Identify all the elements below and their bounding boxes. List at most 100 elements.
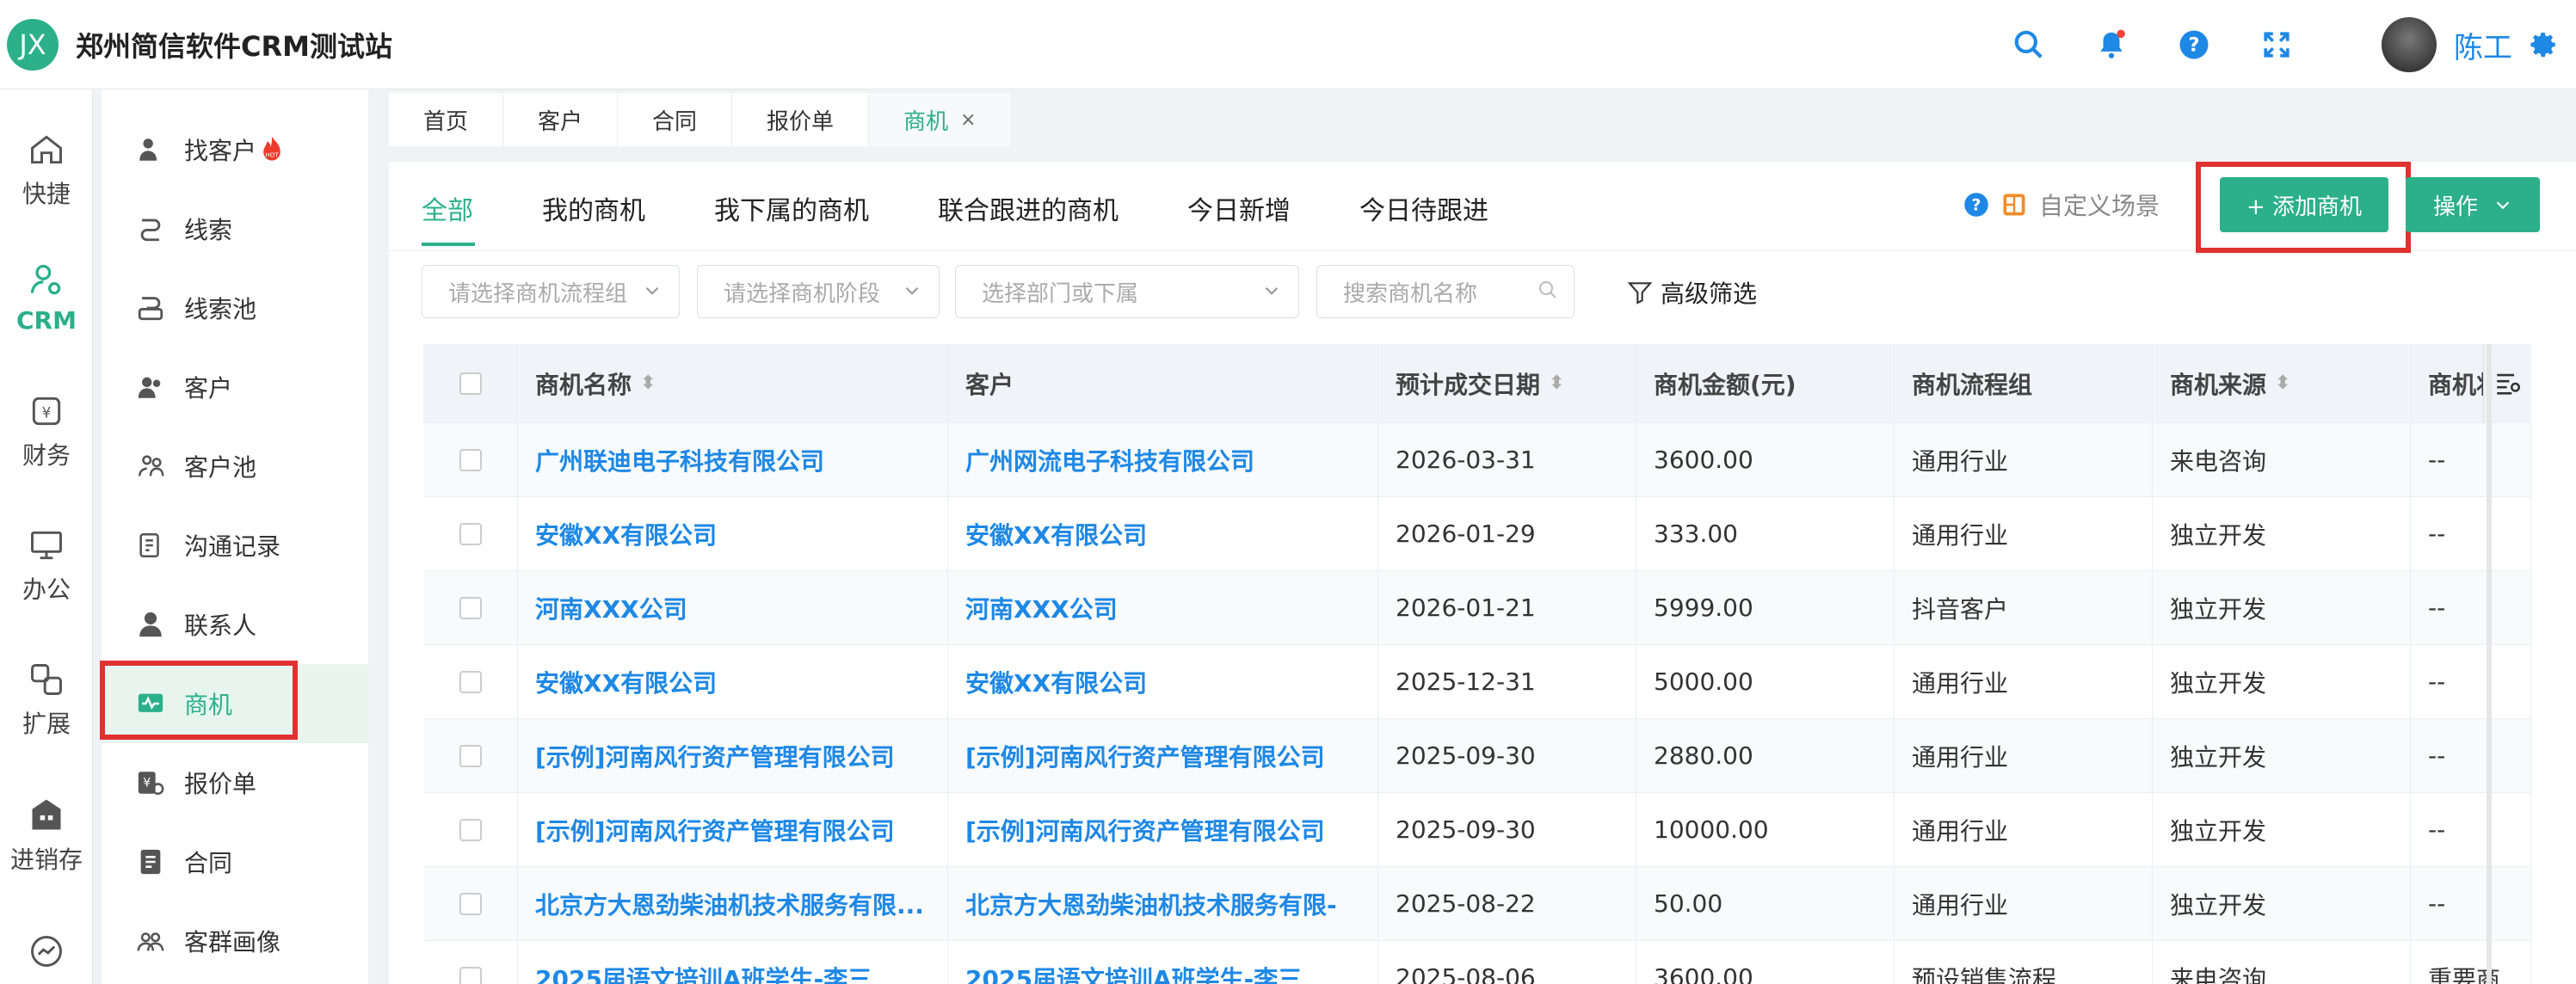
notification-bell-icon[interactable]: [2087, 21, 2135, 69]
department-select[interactable]: 选择部门或下属: [955, 265, 1299, 318]
column-header-date[interactable]: 预计成交日期 ⬍: [1378, 344, 1636, 422]
opportunity-name-cell[interactable]: 2025届语文培训A班学生-李三: [518, 941, 948, 984]
customer-name-cell[interactable]: [示例]河南风行资产管理有限公司: [948, 719, 1378, 792]
table-row[interactable]: [示例]河南风行资产管理有限公司 [示例]河南风行资产管理有限公司 2025-09-…: [423, 719, 2531, 793]
table-row[interactable]: 广州联迪电子科技有限公司 广州网流电子科技有限公司 2026-03-31 3600.0…: [423, 423, 2531, 497]
sidebar-item-record[interactable]: 沟通记录: [102, 506, 368, 585]
rail-item-finance[interactable]: ¥ 财务: [0, 392, 93, 471]
operations-dropdown-button[interactable]: 操作: [2406, 177, 2540, 232]
table-row[interactable]: 安徽XX有限公司 安徽XX有限公司 2026-01-29 333.00 通用行业 独立开发…: [423, 497, 2531, 571]
close-tab-icon[interactable]: ×: [960, 109, 976, 131]
opportunity-name-link[interactable]: [示例]河南风行资产管理有限公司: [535, 813, 895, 847]
stage-select[interactable]: 请选择商机阶段: [697, 265, 940, 318]
tab-quote[interactable]: 报价单: [732, 93, 870, 146]
tab-home[interactable]: 首页: [389, 93, 504, 146]
customer-name-cell[interactable]: 安徽XX有限公司: [948, 497, 1378, 570]
row-checkbox[interactable]: [459, 744, 482, 767]
customer-name-link[interactable]: 安徽XX有限公司: [965, 517, 1147, 551]
table-row[interactable]: 2025届语文培训A班学生-李三 2025届语文培训A班学生-李三 2025-08-…: [423, 941, 2531, 984]
rail-item-more[interactable]: [0, 932, 93, 977]
opportunity-name-link[interactable]: 安徽XX有限公司: [535, 665, 717, 699]
select-all-checkbox[interactable]: [459, 372, 482, 395]
row-checkbox[interactable]: [459, 670, 482, 693]
rail-item-extend[interactable]: 扩展: [0, 661, 93, 740]
search-icon[interactable]: [2005, 21, 2053, 69]
filter-tab-joint[interactable]: 联合跟进的商机: [938, 189, 1119, 227]
row-checkbox[interactable]: [459, 892, 482, 915]
sidebar-item-quote[interactable]: ¥ 报价单: [102, 743, 368, 822]
opportunity-name-cell[interactable]: 河南XXX公司: [518, 571, 948, 644]
advanced-filter-button[interactable]: 高级筛选: [1626, 275, 1757, 310]
rail-item-office[interactable]: 办公: [0, 526, 93, 606]
filter-tab-mine[interactable]: 我的商机: [542, 189, 645, 227]
customer-name-link[interactable]: 安徽XX有限公司: [965, 665, 1147, 699]
rail-item-crm[interactable]: CRM: [0, 261, 93, 335]
user-menu[interactable]: 陈工: [2382, 17, 2559, 72]
opportunity-name-cell[interactable]: 安徽XX有限公司: [518, 497, 948, 570]
customer-name-cell[interactable]: [示例]河南风行资产管理有限公司: [948, 793, 1378, 866]
filter-tab-subordinate[interactable]: 我下属的商机: [714, 189, 869, 227]
username[interactable]: 陈工: [2454, 24, 2512, 66]
sidebar-item-customer[interactable]: 客户: [102, 347, 368, 427]
help-icon[interactable]: ?: [2170, 21, 2218, 69]
opportunity-name-link[interactable]: 广州联迪电子科技有限公司: [535, 443, 824, 477]
fullscreen-icon[interactable]: [2252, 21, 2301, 69]
filter-tab-all[interactable]: 全部: [422, 189, 473, 227]
customer-name-link[interactable]: 河南XXX公司: [965, 591, 1118, 625]
sidebar-item-contact[interactable]: 联系人: [102, 585, 368, 664]
customer-name-link[interactable]: [示例]河南风行资产管理有限公司: [965, 739, 1325, 773]
rail-item-store[interactable]: 进销存: [0, 796, 93, 876]
table-row[interactable]: 北京方大恩劲柴油机技术服务有限... 北京方大恩劲柴油机技术服务有限- 2025-0…: [423, 867, 2531, 941]
opportunity-name-cell[interactable]: 广州联迪电子科技有限公司: [518, 423, 948, 496]
settings-gear-icon[interactable]: [2530, 30, 2559, 59]
avatar[interactable]: [2382, 17, 2437, 72]
customer-name-cell[interactable]: 2025届语文培训A班学生-李三: [948, 941, 1378, 984]
customer-name-link[interactable]: 北京方大恩劲柴油机技术服务有限-: [965, 887, 1337, 921]
customer-name-cell[interactable]: 广州网流电子科技有限公司: [948, 423, 1378, 496]
sidebar-item-lead-pool[interactable]: 线索池: [102, 268, 368, 347]
filter-tab-today-follow[interactable]: 今日待跟进: [1359, 189, 1488, 227]
sidebar-item-customer-pool[interactable]: 客户池: [102, 427, 368, 506]
sidebar-item-contract[interactable]: 合同: [102, 822, 368, 901]
sort-icon[interactable]: ⬍: [640, 372, 656, 394]
customer-name-cell[interactable]: 安徽XX有限公司: [948, 645, 1378, 718]
tab-opportunity[interactable]: 商机 ×: [869, 93, 1012, 146]
sort-icon[interactable]: ⬍: [2275, 372, 2290, 394]
row-checkbox[interactable]: [459, 448, 482, 471]
column-header-name[interactable]: 商机名称 ⬍: [518, 344, 948, 422]
opportunity-name-cell[interactable]: 安徽XX有限公司: [518, 645, 948, 718]
row-checkbox[interactable]: [459, 596, 482, 619]
opportunity-name-link[interactable]: 北京方大恩劲柴油机技术服务有限...: [535, 887, 924, 921]
opportunity-name-link[interactable]: 2025届语文培训A班学生-李三: [535, 961, 872, 984]
table-row[interactable]: 安徽XX有限公司 安徽XX有限公司 2025-12-31 5000.00 通用行业 独立开…: [423, 645, 2531, 719]
sidebar-item-portrait[interactable]: 客群画像: [102, 901, 368, 981]
opportunity-name-link[interactable]: 安徽XX有限公司: [535, 517, 717, 551]
opportunity-name-link[interactable]: [示例]河南风行资产管理有限公司: [535, 739, 895, 773]
vertical-scrollbar[interactable]: [2487, 344, 2492, 984]
customer-name-link[interactable]: [示例]河南风行资产管理有限公司: [965, 813, 1325, 847]
app-logo[interactable]: JX: [7, 18, 59, 71]
tab-customer[interactable]: 客户: [503, 93, 619, 146]
tab-contract[interactable]: 合同: [618, 93, 733, 146]
customer-name-link[interactable]: 2025届语文培训A班学生-李三: [965, 961, 1302, 984]
customer-name-link[interactable]: 广州网流电子科技有限公司: [965, 443, 1254, 477]
table-row[interactable]: 河南XXX公司 河南XXX公司 2026-01-21 5999.00 抖音客户 独立开发 -…: [423, 571, 2531, 645]
opportunity-name-link[interactable]: 河南XXX公司: [535, 591, 687, 625]
filter-tab-today-new[interactable]: 今日新增: [1187, 189, 1291, 227]
customer-name-cell[interactable]: 河南XXX公司: [948, 571, 1378, 644]
column-header-source[interactable]: 商机来源 ⬍: [2153, 344, 2411, 422]
table-row[interactable]: [示例]河南风行资产管理有限公司 [示例]河南风行资产管理有限公司 2025-09-…: [423, 793, 2531, 867]
opportunity-name-cell[interactable]: [示例]河南风行资产管理有限公司: [518, 793, 948, 866]
sort-icon[interactable]: ⬍: [1549, 372, 1564, 394]
sidebar-item-find-customer[interactable]: 找客户 HOT: [102, 110, 368, 189]
flow-group-select[interactable]: 请选择商机流程组: [422, 265, 680, 318]
sidebar-item-lead[interactable]: 线索: [102, 189, 368, 268]
opportunity-name-cell[interactable]: [示例]河南风行资产管理有限公司: [518, 719, 948, 792]
custom-scene[interactable]: ? 自定义场景: [1963, 188, 2160, 222]
row-checkbox[interactable]: [459, 522, 482, 545]
opportunity-name-cell[interactable]: 北京方大恩劲柴油机技术服务有限...: [518, 867, 948, 940]
opportunity-name-search-input[interactable]: 搜索商机名称: [1316, 265, 1575, 318]
customer-name-cell[interactable]: 北京方大恩劲柴油机技术服务有限-: [948, 867, 1378, 940]
row-checkbox[interactable]: [459, 818, 482, 841]
rail-item-quick[interactable]: 快捷: [0, 131, 93, 210]
